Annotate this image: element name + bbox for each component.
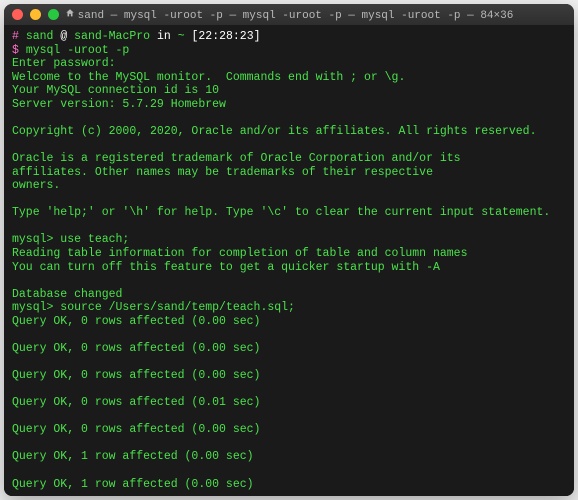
window-title-text: sand — mysql -uroot -p — mysql -uroot -p… [78,9,514,21]
output-line: Query OK, 1 row affected (0.00 sec) [12,450,566,464]
prompt-user: sand [26,30,54,43]
output-line: Query OK, 0 rows affected (0.00 sec) [12,342,566,356]
output-line: Query OK, 0 rows affected (0.00 sec) [12,423,566,437]
prompt-in: in [157,30,171,43]
output-line: Reading table information for completion… [12,247,566,261]
prompt-time: [22:28:23] [192,30,261,43]
prompt-path: ~ [178,30,185,43]
output-line: Server version: 5.7.29 Homebrew [12,98,566,112]
prompt-line-2: $ mysql -uroot -p [12,44,566,58]
mysql-prompt: mysql> source /Users/sand/temp/teach.sql… [12,301,566,315]
output-line: Enter password: [12,57,566,71]
output-line: Query OK, 0 rows affected (0.00 sec) [12,315,566,329]
output-line: affiliates. Other names may be trademark… [12,166,566,180]
home-icon [65,8,75,22]
mysql-prompt: mysql> use teach; [12,233,566,247]
output-line: Query OK, 0 rows affected (0.01 sec) [12,396,566,410]
prompt-line-1: # sand @ sand-MacPro in ~ [22:28:23] [12,30,566,44]
blank-line [12,274,566,288]
close-icon[interactable] [12,9,23,20]
output-line: Database changed [12,288,566,302]
window-title: sand — mysql -uroot -p — mysql -uroot -p… [4,8,574,22]
minimize-icon[interactable] [30,9,41,20]
blank-line [12,410,566,424]
blank-line [12,383,566,397]
blank-line [12,464,566,478]
terminal-window: sand — mysql -uroot -p — mysql -uroot -p… [4,4,574,496]
blank-line [12,220,566,234]
output-line: Type 'help;' or '\h' for help. Type '\c'… [12,206,566,220]
terminal-body[interactable]: # sand @ sand-MacPro in ~ [22:28:23] $ m… [4,26,574,496]
output-line: Query OK, 1 row affected (0.00 sec) [12,478,566,492]
prompt-host: sand-MacPro [74,30,150,43]
prompt-hash: # [12,30,19,43]
blank-line [12,111,566,125]
prompt-dollar: $ [12,44,19,57]
output-line: owners. [12,179,566,193]
blank-line [12,356,566,370]
blank-line [12,328,566,342]
output-line: Oracle is a registered trademark of Orac… [12,152,566,166]
output-line: Welcome to the MySQL monitor. Commands e… [12,71,566,85]
output-line: Your MySQL connection id is 10 [12,84,566,98]
output-line: Query OK, 0 rows affected (0.00 sec) [12,369,566,383]
zoom-icon[interactable] [48,9,59,20]
blank-line [12,437,566,451]
output-line: You can turn off this feature to get a q… [12,261,566,275]
blank-line [12,193,566,207]
titlebar[interactable]: sand — mysql -uroot -p — mysql -uroot -p… [4,4,574,26]
traffic-lights [12,9,59,20]
prompt-command: mysql -uroot -p [26,44,130,57]
prompt-at: @ [60,30,67,43]
blank-line [12,491,566,496]
blank-line [12,139,566,153]
output-line: Copyright (c) 2000, 2020, Oracle and/or … [12,125,566,139]
